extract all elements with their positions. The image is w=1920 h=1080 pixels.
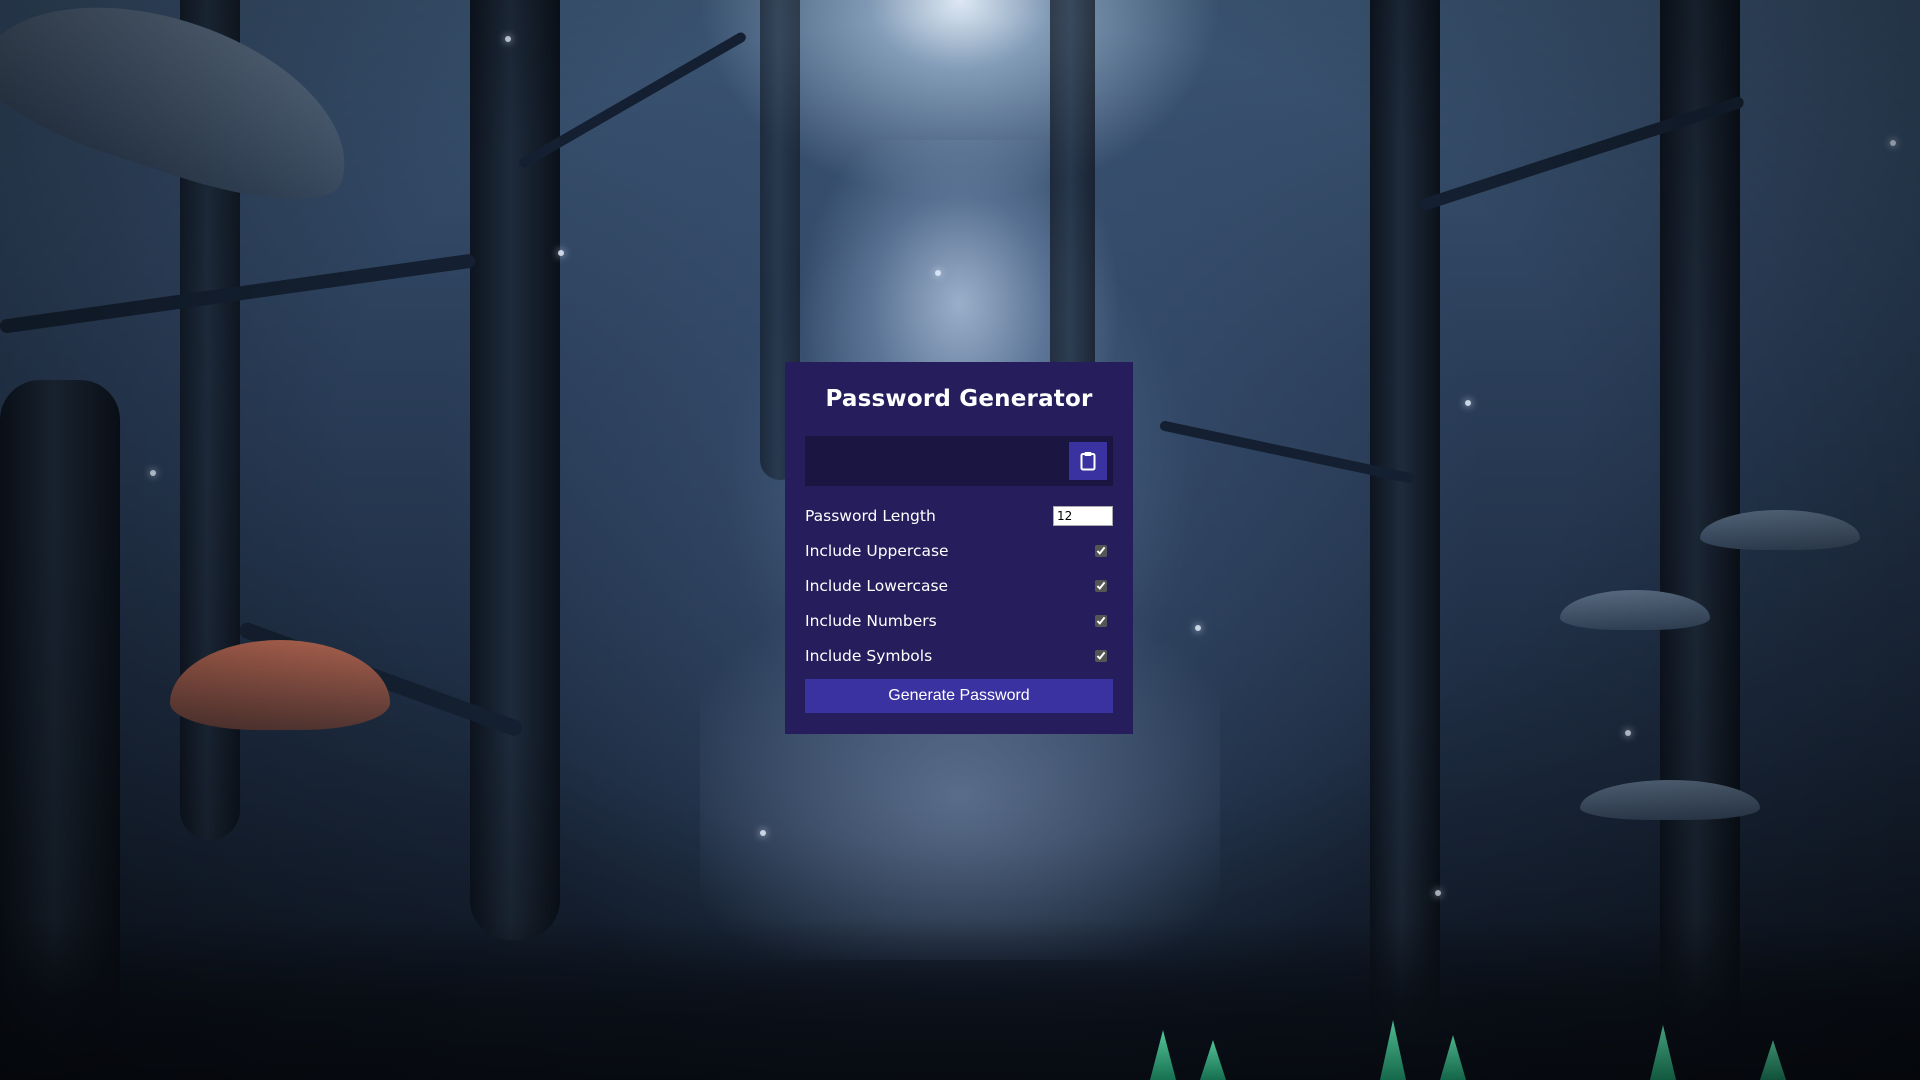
setting-length: Password Length [805, 498, 1113, 533]
numbers-label: Include Numbers [805, 611, 937, 630]
setting-uppercase: Include Uppercase [805, 533, 1113, 568]
lowercase-label: Include Lowercase [805, 576, 949, 595]
numbers-checkbox[interactable] [1095, 614, 1107, 627]
symbols-checkbox[interactable] [1095, 649, 1107, 662]
copy-to-clipboard-button[interactable] [1069, 442, 1107, 480]
setting-lowercase: Include Lowercase [805, 568, 1113, 603]
length-label: Password Length [805, 506, 936, 525]
uppercase-checkbox[interactable] [1095, 544, 1107, 557]
setting-numbers: Include Numbers [805, 603, 1113, 638]
symbols-label: Include Symbols [805, 646, 933, 665]
uppercase-label: Include Uppercase [805, 541, 949, 560]
lowercase-checkbox[interactable] [1095, 579, 1107, 592]
app-title: Password Generator [825, 386, 1093, 412]
generate-password-button[interactable]: Generate Password [805, 679, 1113, 713]
clipboard-icon [1080, 452, 1096, 471]
setting-symbols: Include Symbols [805, 638, 1113, 673]
length-input[interactable] [1053, 505, 1113, 526]
password-result-box [805, 436, 1113, 486]
password-generator-card: Password Generator Password Length Inclu… [785, 362, 1133, 734]
